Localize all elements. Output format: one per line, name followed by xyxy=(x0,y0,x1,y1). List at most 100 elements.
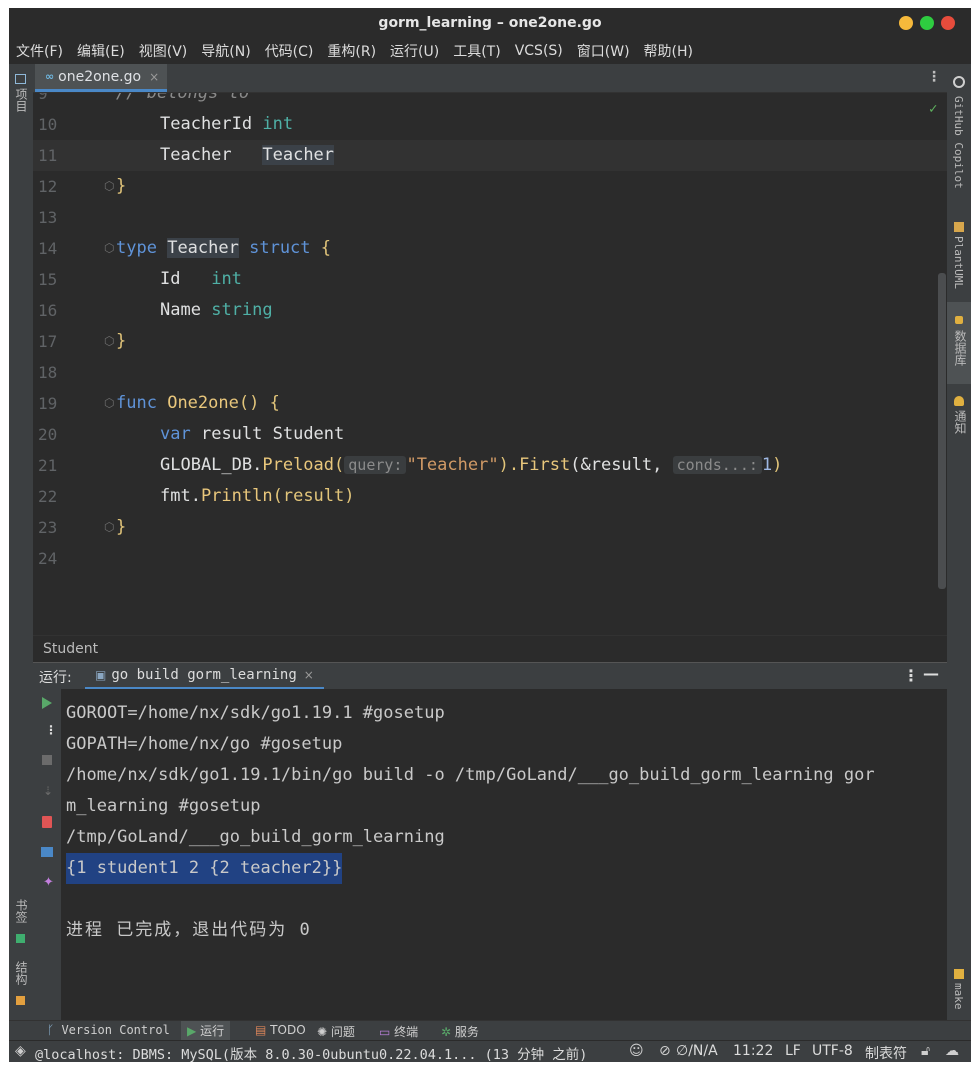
console-line: m_learning #gosetup xyxy=(66,796,261,816)
console-line: /home/nx/sdk/go1.19.1/bin/go build -o /t… xyxy=(66,765,875,785)
run-tab-label: go build gorm_learning xyxy=(111,667,297,683)
fold-marker-icon[interactable]: ⬡ xyxy=(104,233,114,264)
close-button[interactable] xyxy=(941,16,955,30)
database-icon xyxy=(955,316,963,324)
close-tab-icon[interactable]: × xyxy=(149,70,159,84)
database-tool-button[interactable]: 数据库 xyxy=(952,330,969,366)
function-name: One2one xyxy=(167,393,239,413)
menu-tools[interactable]: 工具(T) xyxy=(453,41,500,61)
fold-marker-icon[interactable]: ⬡ xyxy=(104,171,114,202)
delete-icon[interactable] xyxy=(42,816,52,828)
tab-terminal[interactable]: ▭ 终端 xyxy=(379,1023,418,1040)
scroll-to-end-icon[interactable]: ⇣ xyxy=(43,784,53,798)
menu-window[interactable]: 窗口(W) xyxy=(577,41,630,61)
line-ending[interactable]: LF xyxy=(785,1043,801,1059)
code-comment: // belongs to xyxy=(116,93,250,103)
maximize-button[interactable] xyxy=(920,16,934,30)
close-run-tab-icon[interactable]: × xyxy=(304,668,314,682)
run-toolbar: ⋮ ⇣ ✦ xyxy=(33,689,61,1020)
fold-marker-icon[interactable]: ⬡ xyxy=(104,512,114,543)
make-tool-button[interactable]: make xyxy=(952,983,965,1010)
menu-code[interactable]: 代码(C) xyxy=(265,41,314,61)
line-number: 21 xyxy=(38,456,58,475)
cursor-position[interactable]: 11:22 xyxy=(733,1043,773,1059)
function-name: Preload xyxy=(262,455,335,475)
field-name: Name xyxy=(160,300,201,320)
indent-setting[interactable]: 制表符 xyxy=(865,1043,907,1062)
rerun-icon[interactable] xyxy=(42,697,52,709)
pin-icon[interactable]: ✦ xyxy=(43,875,54,890)
more-options-icon[interactable]: ⋮ xyxy=(903,666,919,685)
menu-help[interactable]: 帮助(H) xyxy=(644,41,693,61)
code-line: 16 Name string xyxy=(33,295,947,326)
keyword: var xyxy=(160,424,191,444)
copilot-tool-button[interactable]: GitHub Copilot xyxy=(952,96,965,189)
line-number: 17 xyxy=(38,332,58,351)
code-line: 24 xyxy=(33,543,947,574)
project-tool-button[interactable]: 项目 xyxy=(13,88,30,112)
menu-file[interactable]: 文件(F) xyxy=(16,41,63,61)
menu-bar: 文件(F) 编辑(E) 视图(V) 导航(N) 代码(C) 重构(R) 运行(U… xyxy=(9,38,971,64)
more-icon[interactable]: ⋮ xyxy=(45,723,57,737)
function-name: First xyxy=(519,455,571,475)
line-number: 15 xyxy=(38,270,58,289)
bookmarks-tool-button[interactable]: 书签 xyxy=(13,899,30,923)
file-encoding[interactable]: UTF-8 xyxy=(812,1043,853,1059)
stop-icon[interactable] xyxy=(42,755,52,765)
tab-todo[interactable]: ▤ TODO xyxy=(255,1023,306,1037)
tab-label: 运行 xyxy=(200,1024,225,1038)
menu-refactor[interactable]: 重构(R) xyxy=(327,41,376,61)
keyword: struct xyxy=(249,238,311,258)
title-bar: gorm_learning – one2one.go xyxy=(9,8,971,38)
hide-panel-icon[interactable]: — xyxy=(923,664,939,683)
menu-vcs[interactable]: VCS(S) xyxy=(515,43,563,59)
code-line: 14 ⬡ type Teacher struct { xyxy=(33,233,947,264)
tab-services[interactable]: ✲ 服务 xyxy=(441,1023,479,1040)
code-editor[interactable]: ✓ 9 // belongs to 10 TeacherId int 11 Te… xyxy=(33,93,947,635)
field-type: int xyxy=(262,114,294,134)
db-connection-status[interactable]: @localhost: DBMS: MySQL(版本 8.0.30-0ubunt… xyxy=(35,1043,587,1062)
fold-marker-icon[interactable]: ⬡ xyxy=(104,388,114,419)
ide-window: gorm_learning – one2one.go 文件(F) 编辑(E) 视… xyxy=(9,8,971,1062)
fold-marker-icon[interactable]: ⬡ xyxy=(104,326,114,357)
code-punct: ). xyxy=(498,455,520,475)
code-line-current: 11 Teacher Teacher xyxy=(33,140,947,171)
keyword: type xyxy=(116,238,157,258)
line-number: 23 xyxy=(38,518,58,537)
line-number: 13 xyxy=(38,208,58,227)
folder-icon xyxy=(15,74,26,84)
tab-label: one2one.go xyxy=(58,68,142,85)
run-tab[interactable]: ▣ go build gorm_learning × xyxy=(85,663,324,690)
code-punct: ( xyxy=(334,455,345,475)
breadcrumb-item[interactable]: Student xyxy=(43,641,98,657)
keyword: func xyxy=(116,393,157,413)
console-output[interactable]: GOROOT=/home/nx/sdk/go1.19.1 #gosetup GO… xyxy=(61,689,947,1020)
window-title: gorm_learning – one2one.go xyxy=(378,15,602,31)
bug-icon: ✺ xyxy=(317,1025,328,1039)
layout-icon[interactable] xyxy=(41,847,53,857)
plantuml-tool-button[interactable]: PlantUML xyxy=(952,236,965,289)
terminal-icon: ▭ xyxy=(379,1025,391,1039)
structure-tool-button[interactable]: 结构 xyxy=(13,961,30,985)
structure-icon xyxy=(16,996,25,1005)
tab-run[interactable]: ▶ 运行 xyxy=(181,1021,231,1041)
menu-run[interactable]: 运行(U) xyxy=(390,41,439,61)
more-options-icon[interactable]: ⋮ xyxy=(927,69,941,85)
copilot-status-icon[interactable]: ☺ xyxy=(629,1043,644,1059)
tab-version-control[interactable]: ᚴ Version Control xyxy=(47,1023,170,1037)
line-number: 20 xyxy=(38,425,58,444)
code-line: 15 Id int xyxy=(33,264,947,295)
context-status[interactable]: ∅/N/A xyxy=(676,1043,718,1059)
notifications-tool-button[interactable]: 通知 xyxy=(952,410,969,434)
tab-one2one-go[interactable]: ∞ one2one.go × xyxy=(35,64,168,92)
minimize-button[interactable] xyxy=(899,16,913,30)
menu-view[interactable]: 视图(V) xyxy=(139,41,188,61)
tab-label: 问题 xyxy=(330,1025,355,1039)
lock-icon[interactable]: 🔓︎ xyxy=(921,1043,930,1059)
memory-indicator-icon[interactable]: ☁ xyxy=(945,1043,959,1059)
tab-problems[interactable]: ✺ 问题 xyxy=(317,1023,355,1040)
code-line: 22 fmt.Println(result) xyxy=(33,481,947,512)
code-line: 19 ⬡ func One2one() { xyxy=(33,388,947,419)
menu-navigate[interactable]: 导航(N) xyxy=(201,41,250,61)
menu-edit[interactable]: 编辑(E) xyxy=(77,41,125,61)
